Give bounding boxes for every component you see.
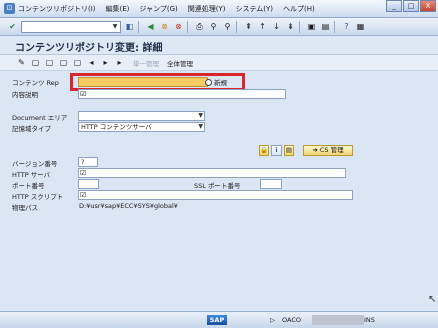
other-object-icon[interactable]: ▢ (30, 57, 41, 68)
lock-icon: 🔒 (260, 146, 269, 154)
server-button[interactable]: ▤ (284, 145, 294, 156)
maximize-button[interactable]: □ (403, 0, 419, 12)
next-page-icon[interactable]: ↓ (271, 21, 282, 32)
menu-help[interactable]: ヘルプ(H) (283, 4, 315, 14)
save-icon[interactable]: ◧ (124, 21, 135, 32)
next-entry-icon[interactable]: ▸ (100, 57, 111, 68)
info-icon: i (275, 146, 278, 154)
menu-bar: ⊡ コンテンツリポジトリ(I) 編集(E) ジャンプ(G) 関連処理(Y) シス… (0, 0, 438, 18)
cancel-icon[interactable]: ⊗ (173, 21, 184, 32)
separator (299, 20, 300, 33)
separator (334, 20, 335, 33)
menu-system[interactable]: システム(Y) (236, 4, 274, 14)
insert-mode: INS (364, 316, 375, 324)
http-server-checkbox[interactable]: ☑ (80, 169, 88, 177)
document-area-select[interactable]: ▼ (78, 111, 205, 121)
system-name: OACO (282, 316, 301, 324)
find-next-icon[interactable]: ⚲ (222, 21, 233, 32)
mouse-cursor-icon: ↖ (428, 294, 437, 305)
description-input[interactable]: ☑ (78, 89, 286, 99)
version-label: バージョン番号 (12, 160, 58, 168)
ssl-port-label: SSL ポート番号 (194, 182, 241, 190)
menu-content-repository[interactable]: コンテンツリポジトリ(I) (18, 4, 96, 14)
cs-admin-button[interactable]: ➜ CS 管理 (303, 145, 353, 156)
port-input[interactable] (78, 179, 99, 189)
status-redacted (312, 315, 364, 325)
details-icon[interactable]: ▸ (114, 57, 125, 68)
find-icon[interactable]: ⚲ (208, 21, 219, 32)
document-area-label: Document エリア (12, 114, 68, 122)
exit-icon[interactable]: ⊗ (159, 21, 170, 32)
arrow-right-icon: ➜ (312, 146, 318, 154)
full-admin-button[interactable]: 全体管理 (167, 58, 193, 68)
window-controls: _ □ X (385, 0, 436, 14)
previous-page-icon[interactable]: ↑ (257, 21, 268, 32)
separator (187, 20, 188, 33)
ssl-port-input[interactable] (260, 179, 282, 189)
page-title: コンテンツリポジトリ変更: 詳細 (15, 43, 163, 54)
storage-type-value: HTTP コンテンツサーバ (81, 123, 152, 131)
separator (138, 20, 139, 33)
application-toolbar: ✎ ▢ ▢ ▢ ▢ ◂ ▸ ▸ 単一管理 全体管理 (0, 55, 438, 71)
menu-extras[interactable]: 関連処理(Y) (188, 4, 226, 14)
menu-goto[interactable]: ジャンプ(G) (139, 4, 177, 14)
http-server-label: HTTP サーバ (12, 171, 51, 179)
version-value: ? (81, 158, 85, 166)
http-script-checkbox[interactable]: ☑ (80, 191, 88, 199)
new-session-icon[interactable]: ▣ (306, 21, 317, 32)
http-script-label: HTTP スクリプト (12, 193, 64, 201)
display-change-icon[interactable]: ✎ (16, 57, 27, 68)
cs-admin-label: CS 管理 (319, 146, 344, 154)
previous-entry-icon[interactable]: ◂ (86, 57, 97, 68)
http-server-input[interactable]: ☑ (78, 168, 346, 178)
title-bar: コンテンツリポジトリ変更: 詳細 (0, 36, 438, 55)
system-toolbar: ✔ ▼ ◧ ◀ ⊗ ⊗ ⎙ ⚲ ⚲ ⇞ ↑ ↓ ⇟ ▣ ▤ ? ▦ (0, 18, 438, 36)
help-icon[interactable]: ? (341, 21, 352, 32)
description-label: 内容説明 (12, 91, 38, 99)
back-icon[interactable]: ◀ (145, 21, 156, 32)
server-icon: ▤ (285, 146, 293, 154)
chevron-down-icon[interactable]: ▼ (198, 112, 203, 120)
port-label: ポート番号 (12, 182, 45, 190)
print-icon[interactable]: ⎙ (194, 21, 205, 32)
minimize-button[interactable]: _ (386, 0, 402, 12)
shortcut-icon[interactable]: ▤ (320, 21, 331, 32)
menu-edit[interactable]: 編集(E) (106, 4, 130, 14)
last-page-icon[interactable]: ⇟ (285, 21, 296, 32)
close-button[interactable]: X (420, 0, 436, 12)
sap-logo: SAP (207, 315, 227, 325)
chevron-down-icon[interactable]: ▼ (110, 22, 120, 32)
description-checkbox[interactable]: ☑ (80, 90, 88, 98)
command-field[interactable]: ▼ (21, 20, 121, 33)
lock-button[interactable]: 🔒 (259, 145, 269, 156)
version-input[interactable]: ? (78, 157, 98, 167)
storage-type-label: 記憶域タイプ (12, 125, 51, 133)
first-page-icon[interactable]: ⇞ (243, 21, 254, 32)
enter-icon[interactable]: ✔ (7, 21, 18, 32)
http-script-input[interactable]: ☑ (78, 190, 353, 200)
chevron-down-icon[interactable]: ▼ (198, 123, 203, 131)
status-bar: SAP ▷ OACO INS (0, 311, 438, 328)
create-icon[interactable]: ▢ (44, 57, 55, 68)
sap-menu-icon[interactable]: ⊡ (4, 3, 15, 14)
content-rep-label: コンテンツ Rep (12, 79, 59, 87)
separator (236, 20, 237, 33)
info-button[interactable]: i (271, 145, 282, 156)
copy-icon[interactable]: ▢ (58, 57, 69, 68)
status-toggle-icon[interactable]: ▷ (270, 316, 275, 324)
delete-icon[interactable]: ▢ (72, 57, 83, 68)
phys-path-value: D:¥usr¥sap¥ECC¥SYS¥global¥ (79, 202, 178, 210)
layout-menu-icon[interactable]: ▦ (355, 21, 366, 32)
single-admin-button[interactable]: 単一管理 (133, 58, 159, 68)
storage-type-select[interactable]: HTTP コンテンツサーバ ▼ (78, 122, 205, 132)
phys-path-label: 物理パス (12, 204, 38, 212)
